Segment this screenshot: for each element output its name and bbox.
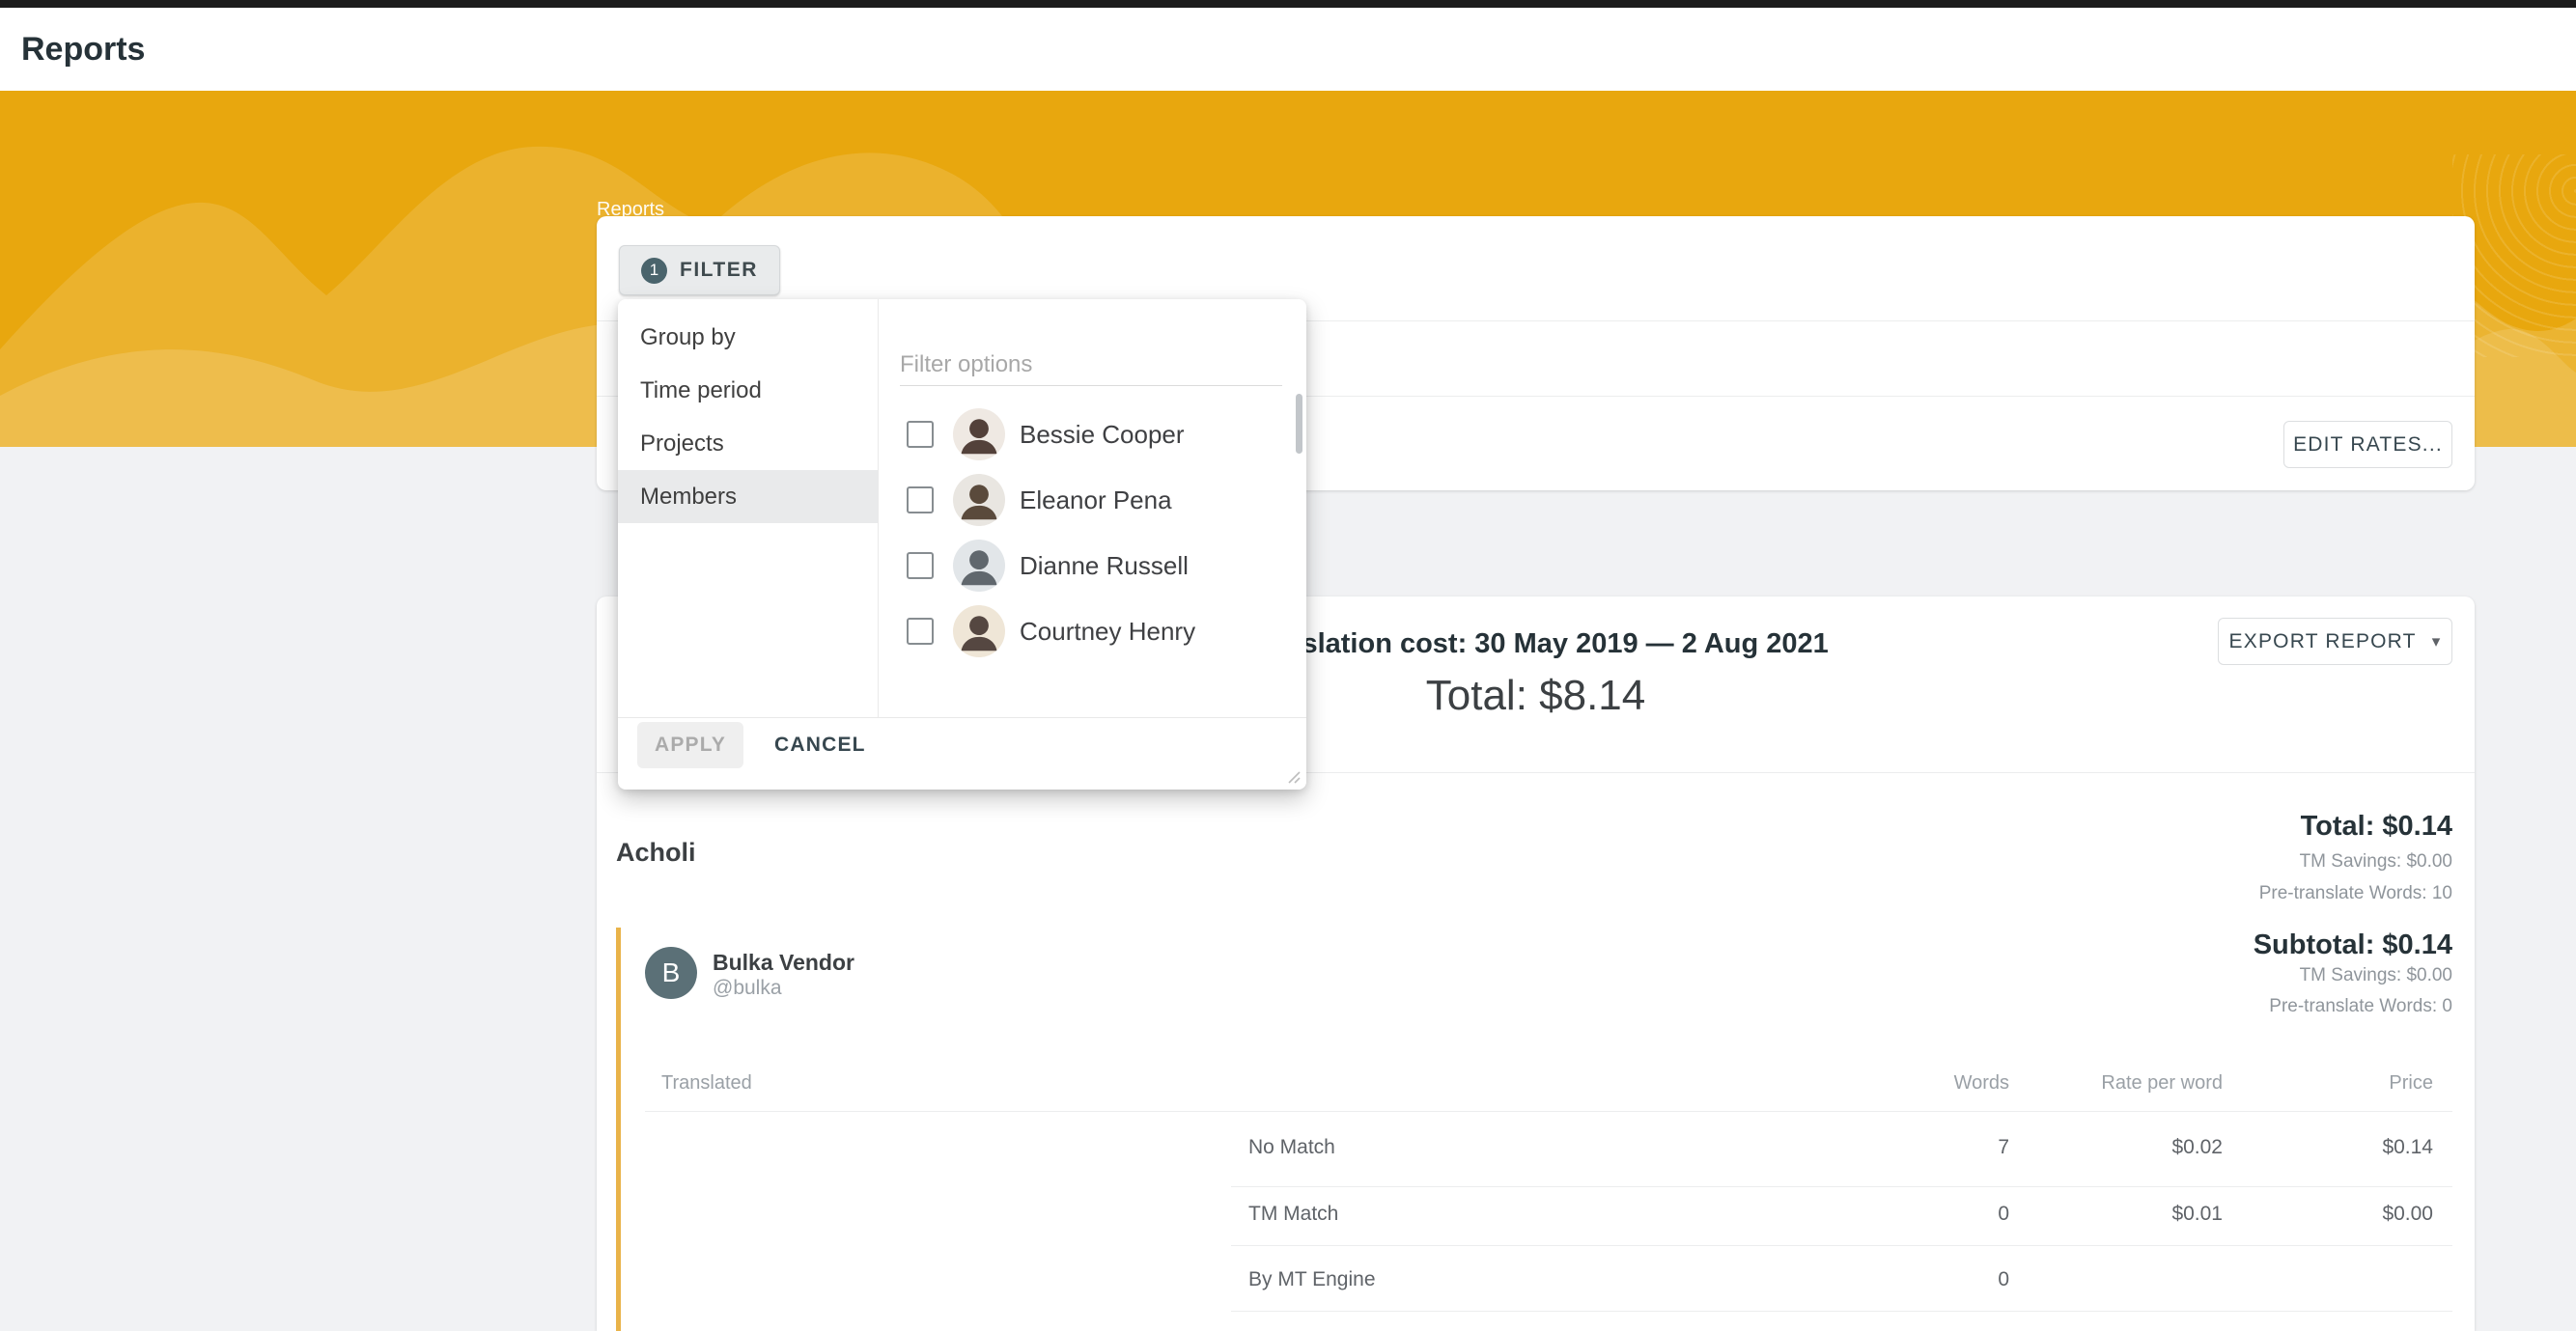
- member-name: Courtney Henry: [1020, 617, 1195, 647]
- member-checkbox[interactable]: [907, 421, 934, 448]
- table-cell-words: 7: [1998, 1136, 2009, 1159]
- app-title: Reports: [21, 31, 145, 69]
- member-row[interactable]: Eleanor Pena: [879, 467, 1306, 533]
- table-cell-words: 0: [1998, 1203, 2009, 1226]
- person-icon: [953, 408, 1005, 460]
- vendor-name: Bulka Vendor: [713, 950, 854, 976]
- filter-options-input[interactable]: [900, 344, 1282, 386]
- section-total: Total: $0.14: [2301, 811, 2452, 843]
- vendor-section: B Bulka Vendor @bulka Subtotal: $0.14 TM…: [616, 928, 2475, 1331]
- member-avatar: [953, 605, 1005, 657]
- export-report-button[interactable]: EXPORT REPORT ▾: [2218, 618, 2452, 665]
- table-cell-rate: $0.02: [2171, 1136, 2223, 1159]
- vendor-handle: @bulka: [713, 977, 782, 1000]
- vendor-tm-savings: TM Savings: $0.00: [2300, 965, 2452, 986]
- vendor-subtotal: Subtotal: $0.14: [2254, 929, 2452, 961]
- column-header-price: Price: [2389, 1072, 2433, 1095]
- category-time-period[interactable]: Time period: [618, 364, 878, 417]
- category-group-by[interactable]: Group by: [618, 311, 878, 364]
- member-avatar: [953, 540, 1005, 592]
- table-row-label: TM Match: [1248, 1203, 1338, 1226]
- export-report-label: EXPORT REPORT: [2229, 630, 2417, 653]
- category-members[interactable]: Members: [618, 470, 878, 523]
- member-name: Eleanor Pena: [1020, 485, 1172, 515]
- filter-categories: Group by Time period Projects Members: [618, 299, 879, 717]
- person-icon: [953, 540, 1005, 592]
- member-avatar: [953, 474, 1005, 526]
- column-header-words: Words: [1954, 1072, 2009, 1095]
- table-group-header: Translated: [661, 1072, 752, 1095]
- divider: [645, 1111, 2452, 1112]
- edit-rates-button[interactable]: EDIT RATES...: [2283, 421, 2452, 468]
- member-checkbox[interactable]: [907, 552, 934, 579]
- vendor-pretranslate-words: Pre-translate Words: 0: [2269, 996, 2452, 1017]
- divider: [1231, 1186, 2452, 1187]
- table-row-label: By MT Engine: [1248, 1268, 1376, 1291]
- cancel-button[interactable]: CANCEL: [763, 722, 878, 768]
- member-row[interactable]: Bessie Cooper: [879, 402, 1306, 467]
- divider: [1231, 1311, 2452, 1312]
- vendor-avatar: B: [645, 947, 697, 999]
- member-name: Bessie Cooper: [1020, 420, 1185, 450]
- filter-button[interactable]: 1 FILTER: [619, 245, 780, 295]
- category-projects[interactable]: Projects: [618, 417, 878, 470]
- table-cell-price: $0.14: [2382, 1136, 2433, 1159]
- person-icon: [953, 474, 1005, 526]
- members-scrollbar[interactable]: [1296, 394, 1302, 454]
- section-pretranslate-words: Pre-translate Words: 10: [2259, 883, 2452, 904]
- filter-count-badge: 1: [641, 258, 667, 284]
- member-row[interactable]: Dianne Russell: [879, 533, 1306, 598]
- table-cell-price: $0.00: [2382, 1203, 2433, 1226]
- language-heading: Acholi: [616, 838, 696, 868]
- chevron-down-icon: ▾: [2432, 632, 2442, 652]
- app-bar: Reports: [0, 8, 2576, 91]
- member-checkbox[interactable]: [907, 618, 934, 645]
- section-tm-savings: TM Savings: $0.00: [2300, 851, 2452, 873]
- member-avatar: [953, 408, 1005, 460]
- person-icon: [953, 605, 1005, 657]
- member-row[interactable]: Courtney Henry: [879, 598, 1306, 664]
- filter-popup: Group by Time period Projects Members Be…: [618, 299, 1306, 790]
- table-cell-rate: $0.01: [2171, 1203, 2223, 1226]
- members-list: Bessie Cooper Eleanor Pena: [879, 402, 1306, 664]
- filter-button-label: FILTER: [680, 259, 758, 282]
- divider: [1231, 1245, 2452, 1246]
- member-name: Dianne Russell: [1020, 551, 1189, 581]
- divider: [618, 717, 1306, 718]
- table-row-label: No Match: [1248, 1136, 1335, 1159]
- table-cell-words: 0: [1998, 1268, 2009, 1291]
- member-checkbox[interactable]: [907, 486, 934, 513]
- apply-button[interactable]: APPLY: [637, 722, 743, 768]
- resize-handle-icon[interactable]: [1283, 766, 1301, 784]
- window-top-strip: [0, 0, 2576, 8]
- column-header-rate: Rate per word: [2101, 1072, 2223, 1095]
